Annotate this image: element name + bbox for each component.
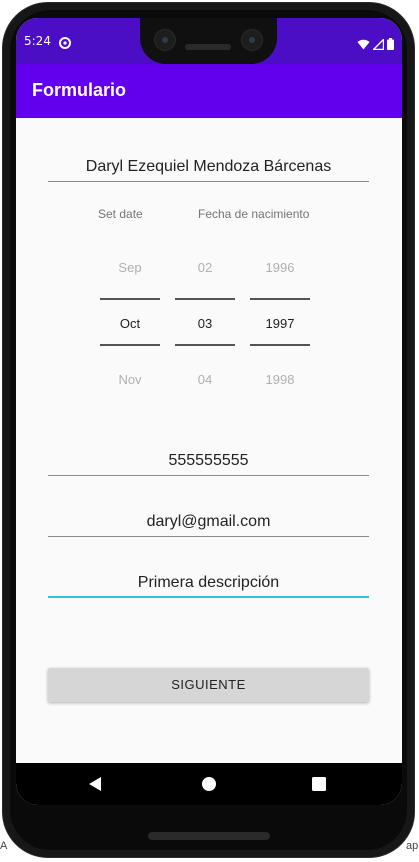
name-field[interactable]: Daryl Ezequiel Mendoza Bárcenas (48, 152, 369, 182)
description-field[interactable]: Primera descripción (48, 568, 369, 598)
description-value: Primera descripción (137, 574, 280, 591)
year-divider-bottom (250, 344, 310, 346)
battery-icon (387, 35, 394, 54)
year-prev[interactable]: 1996 (250, 260, 310, 275)
app-title: Formulario (32, 80, 127, 100)
year-selected[interactable]: 1997 (250, 316, 310, 331)
month-picker[interactable]: Sep Oct Nov (100, 243, 160, 393)
day-selected[interactable]: 03 (175, 316, 235, 331)
month-prev[interactable]: Sep (100, 260, 160, 275)
edge-text-right: ap (406, 840, 419, 852)
front-camera-left (154, 29, 176, 51)
app-bar: Formulario (16, 64, 402, 118)
recents-icon[interactable] (309, 774, 329, 794)
email-field[interactable]: daryl@gmail.com (48, 507, 369, 537)
edge-text-left: A (0, 840, 8, 852)
year-divider-top (250, 298, 310, 300)
month-divider-top (100, 298, 160, 300)
name-value: Daryl Ezequiel Mendoza Bárcenas (85, 158, 332, 175)
phone-field[interactable]: 555555555 (48, 446, 369, 476)
status-icons (357, 35, 394, 54)
phone-value: 555555555 (168, 452, 249, 469)
day-picker[interactable]: 02 03 04 (175, 243, 235, 393)
day-prev[interactable]: 02 (175, 260, 235, 275)
signal-icon (371, 35, 385, 54)
day-next[interactable]: 04 (175, 372, 235, 387)
status-time: 5:24 (24, 34, 51, 48)
month-next[interactable]: Nov (100, 372, 160, 387)
earpiece-speaker (185, 44, 231, 50)
bottom-speaker-grille (148, 832, 270, 840)
back-icon[interactable] (86, 774, 106, 794)
email-value: daryl@gmail.com (146, 513, 271, 530)
year-next[interactable]: 1998 (250, 372, 310, 387)
month-selected[interactable]: Oct (100, 316, 160, 331)
year-picker[interactable]: 1996 1997 1998 (250, 243, 310, 393)
wifi-icon (357, 35, 370, 54)
month-divider-bottom (100, 344, 160, 346)
app-notification-icon (59, 34, 71, 49)
birth-date-label: Fecha de nacimiento (198, 207, 310, 221)
system-nav-bar (16, 763, 402, 805)
form-content: Daryl Ezequiel Mendoza Bárcenas Set date… (16, 118, 402, 763)
day-divider-top (175, 298, 235, 300)
phone-screen: 5:24 Formulario Daryl Ezequiel Mendoza B… (16, 18, 402, 805)
home-icon[interactable] (199, 774, 219, 794)
set-date-label[interactable]: Set date (98, 207, 143, 221)
next-button[interactable]: SIGUIENTE (48, 668, 369, 702)
front-camera-right (241, 29, 263, 51)
day-divider-bottom (175, 344, 235, 346)
device: 5:24 Formulario Daryl Ezequiel Mendoza B… (0, 0, 419, 862)
camera-notch (140, 18, 277, 64)
